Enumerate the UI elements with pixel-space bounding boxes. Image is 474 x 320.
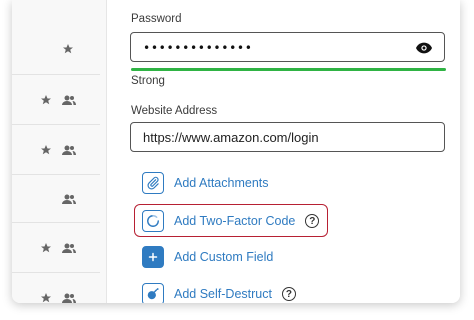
website-address-field[interactable]: https://www.amazon.com/login [130, 122, 445, 152]
list-item[interactable] [12, 75, 100, 125]
add-custom-field-icon [142, 246, 164, 268]
website-address-label: Website Address [131, 105, 218, 117]
show-password-eye-icon[interactable] [416, 41, 432, 59]
vault-item-list [12, 0, 106, 303]
list-item[interactable] [12, 175, 100, 223]
star-icon[interactable] [40, 94, 52, 106]
help-question-icon[interactable]: ? [281, 287, 296, 301]
list-item[interactable] [12, 223, 100, 273]
app-window: Password •••••••••••••• Strong Website A… [12, 0, 460, 303]
password-field[interactable]: •••••••••••••• [130, 32, 445, 62]
star-icon[interactable] [40, 144, 52, 156]
add-custom-field-label: Add Custom Field [174, 250, 274, 264]
item-detail-panel: Password •••••••••••••• Strong Website A… [107, 0, 460, 303]
password-strength-bar [131, 68, 446, 71]
shared-people-icon [62, 293, 76, 304]
add-self-destruct-label: Add Self-Destruct [174, 287, 272, 301]
add-attachments-label: Add Attachments [174, 176, 269, 190]
website-address-value: https://www.amazon.com/login [143, 130, 319, 145]
list-item[interactable] [12, 125, 100, 175]
add-attachments-button[interactable]: Add Attachments [142, 172, 269, 194]
add-two-factor-code-label: Add Two-Factor Code [174, 214, 296, 228]
shared-people-icon [62, 145, 76, 156]
star-icon[interactable] [62, 43, 74, 55]
star-icon[interactable] [40, 242, 52, 254]
shared-people-icon [62, 194, 76, 205]
add-two-factor-code-button[interactable]: Add Two-Factor Code ? [142, 210, 320, 232]
two-factor-timer-icon [142, 210, 164, 232]
add-custom-field-button[interactable]: Add Custom Field [142, 246, 273, 268]
list-item[interactable] [12, 0, 100, 75]
list-item[interactable] [12, 273, 100, 303]
add-self-destruct-button[interactable]: Add Self-Destruct ? [142, 283, 296, 303]
password-strength-label: Strong [131, 75, 165, 87]
bomb-icon [142, 283, 164, 303]
help-question-icon[interactable]: ? [305, 214, 320, 228]
password-value: •••••••••••••• [143, 41, 253, 55]
shared-people-icon [62, 243, 76, 254]
shared-people-icon [62, 95, 76, 106]
star-icon[interactable] [40, 292, 52, 303]
paperclip-icon [142, 172, 164, 194]
password-label: Password [131, 13, 182, 25]
